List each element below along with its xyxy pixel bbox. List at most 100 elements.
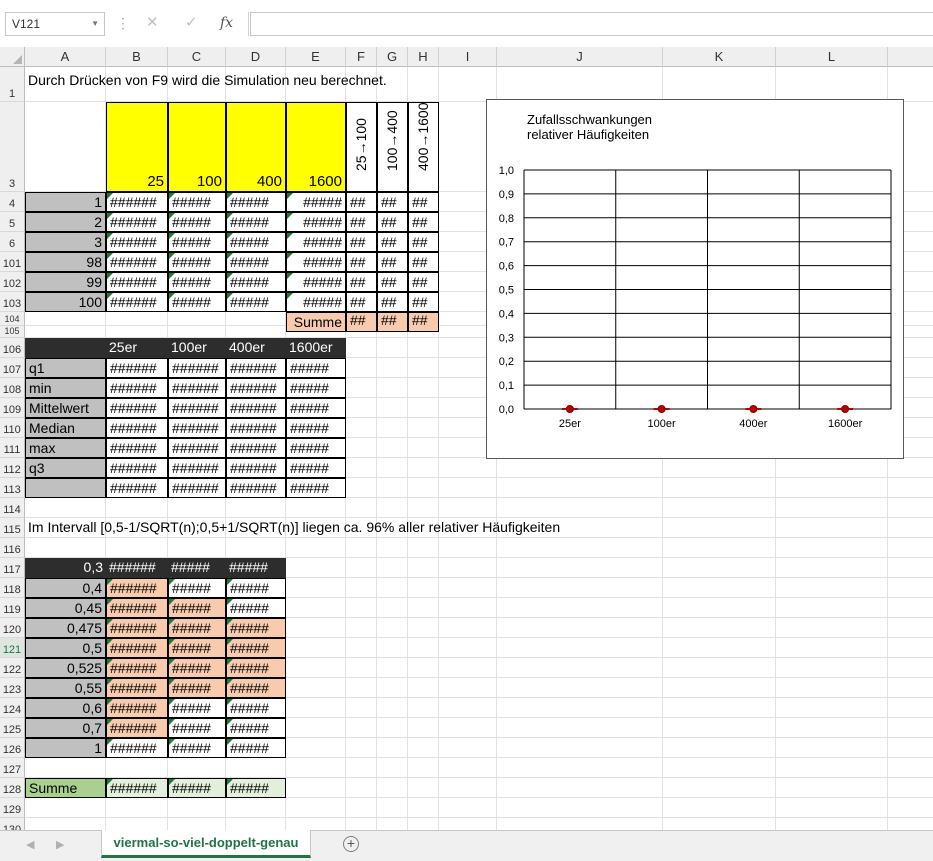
transition-cell[interactable]: ## (408, 232, 439, 252)
stats-value-cell[interactable]: ###### (168, 358, 226, 378)
stats-value-cell[interactable]: ###### (168, 438, 226, 458)
title-cell[interactable]: Durch Drücken von F9 wird die Simulation… (25, 67, 439, 102)
row-header-117[interactable]: 117 (0, 558, 25, 578)
stats-value-cell[interactable]: ###### (226, 438, 286, 458)
row-header-6[interactable]: 6 (0, 232, 25, 252)
column-header-H[interactable]: H (408, 47, 439, 67)
column-header-M[interactable]: M (888, 47, 933, 67)
row-header-102[interactable]: 102 (0, 272, 25, 292)
transition-cell[interactable]: ## (377, 292, 408, 312)
count-cell[interactable]: ###### (106, 738, 168, 758)
interval-text[interactable]: Im Intervall [0,5-1/SQRT(n);0,5+1/SQRT(n… (25, 518, 776, 538)
count-cell[interactable]: ##### (168, 618, 226, 638)
row-header-114[interactable]: 114 (0, 498, 25, 518)
sim-value-cell[interactable]: ##### (286, 232, 346, 252)
threshold-cell[interactable]: 0,45 (25, 598, 106, 618)
column-header-I[interactable]: I (439, 47, 497, 67)
row-header-120[interactable]: 120 (0, 618, 25, 638)
summe2-value[interactable]: ##### (226, 778, 286, 798)
count-cell[interactable]: ##### (168, 678, 226, 698)
sim-value-cell[interactable]: ###### (106, 252, 168, 272)
sim-row-index[interactable]: 100 (25, 292, 106, 312)
stats-value-cell[interactable]: ###### (226, 458, 286, 478)
stats-value-cell[interactable]: ###### (226, 358, 286, 378)
threshold-cell[interactable]: 1 (25, 738, 106, 758)
stats-label[interactable]: min (25, 378, 106, 398)
row-header-1[interactable]: 1 (0, 67, 25, 102)
sim-value-cell[interactable]: ##### (286, 192, 346, 212)
stats-value-cell[interactable]: ###### (168, 398, 226, 418)
transition-header[interactable]: 25→100 (346, 102, 377, 192)
transition-cell[interactable]: ## (408, 252, 439, 272)
count-cell[interactable]: ###### (106, 618, 168, 638)
sim-value-cell[interactable]: ##### (168, 272, 226, 292)
stats-value-cell[interactable]: ##### (286, 418, 346, 438)
sim-value-cell[interactable]: ###### (106, 192, 168, 212)
sim-value-cell[interactable]: ##### (168, 232, 226, 252)
column-header-G[interactable]: G (377, 47, 408, 67)
threshold-cell[interactable]: 0,7 (25, 718, 106, 738)
stats-value-cell[interactable]: ###### (106, 438, 168, 458)
row-header-118[interactable]: 118 (0, 578, 25, 598)
threshold-header[interactable]: 0,3 (25, 558, 106, 578)
sim-value-cell[interactable]: ###### (106, 232, 168, 252)
row-header-123[interactable]: 123 (0, 678, 25, 698)
row-header-5[interactable]: 5 (0, 212, 25, 232)
stats-value-cell[interactable]: ##### (286, 478, 346, 498)
column-header-J[interactable]: J (497, 47, 663, 67)
transition-cell[interactable]: ## (346, 252, 377, 272)
summe-label-cell[interactable]: Summe (286, 312, 346, 332)
count-cell[interactable]: ###### (106, 718, 168, 738)
count-cell[interactable]: ##### (226, 658, 286, 678)
insert-function-icon[interactable]: fx (220, 13, 233, 33)
column-header-L[interactable]: L (776, 47, 888, 67)
cancel-icon[interactable]: ✕ (146, 14, 159, 32)
count-cell[interactable]: ###### (106, 598, 168, 618)
transition-cell[interactable]: ## (346, 232, 377, 252)
chart[interactable]: Zufallsschwankungen relativer Häufigkeit… (486, 99, 904, 459)
count-cell[interactable]: ##### (226, 618, 286, 638)
more-icon[interactable]: ⋮ (116, 14, 130, 32)
stats-value-cell[interactable]: ###### (226, 378, 286, 398)
column-header-C[interactable]: C (168, 47, 226, 67)
stats-value-cell[interactable]: ###### (226, 418, 286, 438)
stats-value-cell[interactable]: ##### (286, 458, 346, 478)
sim-value-cell[interactable]: ##### (226, 252, 286, 272)
sim-value-cell[interactable]: ##### (168, 252, 226, 272)
stats-value-cell[interactable]: ###### (226, 478, 286, 498)
row-header-122[interactable]: 122 (0, 658, 25, 678)
row-header-124[interactable]: 124 (0, 698, 25, 718)
summe-value-cell[interactable]: ## (377, 312, 408, 332)
row-header-107[interactable]: 107 (0, 358, 25, 378)
row-header-130[interactable]: 130 (0, 818, 25, 830)
stats-value-cell[interactable]: ###### (106, 358, 168, 378)
sim-row-index[interactable]: 1 (25, 192, 106, 212)
stats-header[interactable]: 400er (226, 338, 286, 358)
transition-cell[interactable]: ## (408, 272, 439, 292)
stats-value-cell[interactable]: ###### (226, 398, 286, 418)
column-header-A[interactable]: A (25, 47, 106, 67)
count-cell[interactable]: ##### (226, 678, 286, 698)
count-cell[interactable]: ##### (226, 578, 286, 598)
transition-cell[interactable]: ## (377, 232, 408, 252)
row-header-115[interactable]: 115 (0, 518, 25, 538)
tab-scroll-left-icon[interactable]: ◀ (26, 838, 34, 851)
stats-value-cell[interactable]: ###### (168, 458, 226, 478)
stats-label[interactable]: q1 (25, 358, 106, 378)
transition-header[interactable]: 400→1600 (408, 102, 439, 192)
summe-value-cell[interactable]: ## (346, 312, 377, 332)
sample-size-header[interactable]: 100 (168, 102, 226, 192)
count-cell[interactable]: ###### (106, 678, 168, 698)
summe2-value[interactable]: ##### (168, 778, 226, 798)
stats-label[interactable]: max (25, 438, 106, 458)
row-header-104[interactable]: 104 (0, 312, 25, 326)
count-cell[interactable]: ##### (168, 578, 226, 598)
sample-size-header[interactable]: 25 (106, 102, 168, 192)
stats-value-cell[interactable]: ###### (168, 478, 226, 498)
stats-label[interactable]: q3 (25, 458, 106, 478)
sim-value-cell[interactable]: ##### (168, 192, 226, 212)
column-header-F[interactable]: F (346, 47, 377, 67)
formula-input[interactable] (250, 12, 933, 36)
row-header-116[interactable]: 116 (0, 538, 25, 558)
summe-value-cell[interactable]: ## (408, 312, 439, 332)
